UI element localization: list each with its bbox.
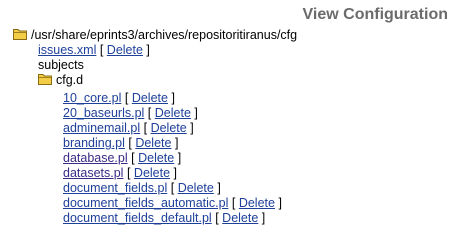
tree-root-folder: /usr/share/eprints3/archives/repositorit… (13, 28, 297, 43)
bracket-open: [ (147, 106, 152, 120)
bracket-open: [ (131, 151, 135, 165)
bracket-close: ] (171, 91, 175, 105)
file-link-branding-pl[interactable]: branding.pl (63, 136, 125, 150)
delete-link[interactable]: Delete (222, 211, 258, 225)
file-row: datasets.pl [ Delete ] (63, 166, 177, 181)
bracket-close: ] (173, 166, 178, 180)
file-link-datasets-pl[interactable]: datasets.pl (63, 166, 123, 180)
bracket-open: [ (143, 121, 148, 135)
bracket-open: [ (99, 43, 104, 57)
file-row: branding.pl [ Delete ] (63, 136, 178, 151)
file-row: database.pl [ Delete ] (63, 151, 181, 166)
bracket-close: ] (194, 106, 198, 120)
bracket-open: [ (231, 196, 236, 210)
delete-link[interactable]: Delete (132, 91, 168, 105)
delete-link[interactable]: Delete (107, 43, 143, 57)
delete-link[interactable]: Delete (155, 106, 191, 120)
bracket-open: [ (124, 91, 129, 105)
file-row: document_fields.pl [ Delete ] (63, 181, 221, 196)
delete-link[interactable]: Delete (135, 136, 171, 150)
file-link-document-fields-automatic-pl[interactable]: document_fields_automatic.pl (63, 196, 228, 210)
file-row: 20_baseurls.pl [ Delete ] (63, 106, 198, 121)
file-link-20-baseurls-pl[interactable]: 20_baseurls.pl (63, 106, 144, 120)
file-link-adminemail-pl[interactable]: adminemail.pl (63, 121, 140, 135)
delete-link[interactable]: Delete (151, 121, 187, 135)
delete-link[interactable]: Delete (178, 181, 214, 195)
file-link-document-fields-default-pl[interactable]: document_fields_default.pl (63, 211, 212, 225)
bracket-close: ] (177, 151, 182, 165)
folder-icon (38, 74, 52, 85)
cfg-d-folder-name: cfg.d (56, 73, 84, 87)
file-row: document_fields_default.pl [ Delete ] (63, 211, 265, 226)
file-link-document-fields-pl[interactable]: document_fields.pl (63, 181, 167, 195)
file-link-issues-xml[interactable]: issues.xml (38, 43, 96, 57)
bracket-close: ] (278, 196, 282, 210)
subjects-label: subjects (38, 58, 84, 72)
file-link-database-pl[interactable]: database.pl (63, 151, 128, 165)
bracket-open: [ (215, 211, 219, 225)
bracket-close: ] (261, 211, 266, 225)
root-folder-path: /usr/share/eprints3/archives/repositorit… (31, 28, 298, 42)
bracket-close: ] (217, 181, 221, 195)
bracket-close: ] (174, 136, 179, 150)
file-row: issues.xml [ Delete ] (38, 43, 150, 58)
bracket-close: ] (190, 121, 194, 135)
bracket-open: [ (126, 166, 131, 180)
delete-link[interactable]: Delete (138, 151, 174, 165)
folder-icon (13, 29, 27, 40)
bracket-open: [ (170, 181, 175, 195)
delete-link[interactable]: Delete (239, 196, 275, 210)
subjects-entry: subjects (38, 58, 84, 73)
bracket-close: ] (146, 43, 150, 57)
file-row: document_fields_automatic.pl [ Delete ] (63, 196, 282, 211)
file-link-10-core-pl[interactable]: 10_core.pl (63, 91, 121, 105)
cfg-d-folder: cfg.d (38, 73, 83, 88)
bracket-open: [ (128, 136, 132, 150)
delete-link[interactable]: Delete (134, 166, 170, 180)
page-title: View Configuration (302, 6, 448, 23)
file-row: 10_core.pl [ Delete ] (63, 91, 175, 106)
file-row: adminemail.pl [ Delete ] (63, 121, 194, 136)
